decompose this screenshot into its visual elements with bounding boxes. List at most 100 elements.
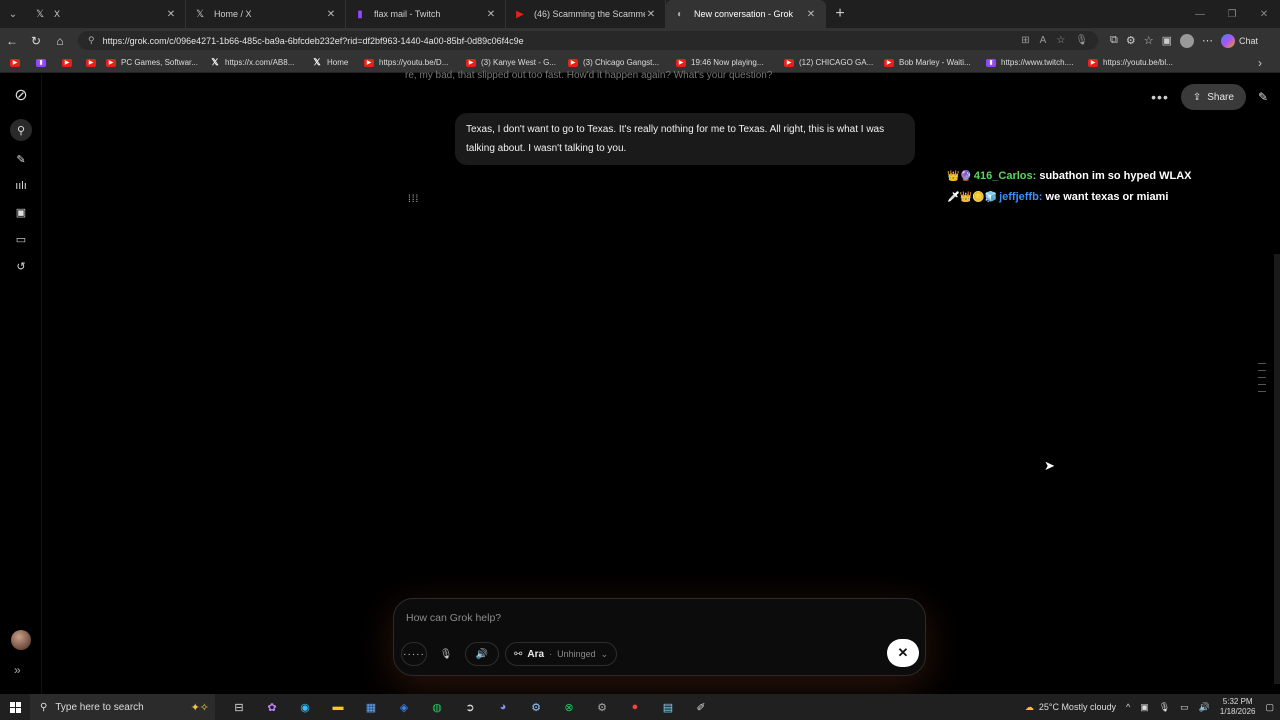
media-app-icon[interactable]: ➲ xyxy=(458,697,482,717)
minimize-icon[interactable]: — xyxy=(1184,0,1216,28)
close-window-icon[interactable]: ✕ xyxy=(1248,0,1280,28)
bookmark-item[interactable]: 𝕏https://x.com/AB8... xyxy=(210,57,312,67)
profile-avatar-icon[interactable] xyxy=(1180,33,1195,48)
bookmark-item[interactable]: 𝕏 Home xyxy=(312,57,364,67)
discord-icon[interactable]: ◕ xyxy=(491,697,515,717)
notepad-icon[interactable]: ▤ xyxy=(656,697,680,717)
more-menu-icon[interactable]: ⋯ xyxy=(1202,34,1213,47)
network-icon[interactable]: ▭ xyxy=(1180,702,1189,713)
projects-folder-icon[interactable]: ▭ xyxy=(12,230,30,248)
microphone-icon[interactable]: 🎙 xyxy=(433,642,459,666)
file-explorer-icon[interactable]: ▬ xyxy=(326,697,350,717)
weather-widget[interactable]: ☁ 25°C Mostly cloudy xyxy=(1025,702,1116,713)
steam-icon[interactable]: ⚙ xyxy=(524,697,548,717)
tab-actions-chevron-icon[interactable]: ⌄ xyxy=(0,0,26,28)
new-chat-icon[interactable]: ✎ xyxy=(12,150,30,168)
mic-icon[interactable]: 🎙 xyxy=(1075,35,1088,46)
tab-close-icon[interactable]: ✕ xyxy=(165,9,177,20)
task-view-icon[interactable]: ⊟ xyxy=(227,697,251,717)
show-hidden-icons-chevron-icon[interactable]: ^ xyxy=(1126,702,1130,712)
bookmark-item[interactable]: ▶ PC Games, Softwar... xyxy=(106,58,210,67)
site-info-icon[interactable]: ⚲ xyxy=(88,35,95,46)
tray-app-icon[interactable]: ▣ xyxy=(1140,702,1149,713)
bookmark-item[interactable]: ▶ (3) Chicago Gangst... xyxy=(568,58,676,67)
maximize-icon[interactable]: ❐ xyxy=(1216,0,1248,28)
settings-app-icon[interactable]: ⚙ xyxy=(590,697,614,717)
tab-close-icon[interactable]: ✕ xyxy=(485,9,497,20)
app-available-icon[interactable]: ⊞ xyxy=(1021,35,1029,46)
favorite-star-icon[interactable]: ☆ xyxy=(1056,35,1065,46)
browser-tab[interactable]: ▮ flax mail - Twitch ✕ xyxy=(346,0,506,28)
browser-tab[interactable]: 𝕏 Home / X ✕ xyxy=(186,0,346,28)
new-chat-edit-icon[interactable]: ✎ xyxy=(1258,90,1268,104)
grok-logo-icon[interactable]: ⊘ xyxy=(12,86,30,104)
scrollbar[interactable] xyxy=(1274,254,1280,684)
split-screen-icon[interactable]: ⚙ xyxy=(1126,34,1136,47)
youtube-icon: ▶ xyxy=(86,58,96,67)
tab-close-icon[interactable]: ✕ xyxy=(645,9,657,20)
store-icon[interactable]: ▦ xyxy=(359,697,383,717)
prompt-input[interactable]: How can Grok help? xyxy=(406,612,501,624)
edge-icon[interactable]: ◉ xyxy=(293,697,317,717)
more-bookmarks-chevron-icon[interactable]: › xyxy=(1258,56,1262,70)
expand-sidebar-icon[interactable]: » xyxy=(14,663,21,677)
youtube-icon: ▶ xyxy=(784,58,794,67)
copilot-app-icon[interactable]: ✿ xyxy=(260,697,284,717)
copilot-chat-button[interactable]: Chat xyxy=(1221,33,1258,48)
browser-tab[interactable]: 𝕏 X ✕ xyxy=(26,0,186,28)
loading-dots-icon: ⁞⁞⁞ xyxy=(408,194,420,205)
tab-close-icon[interactable]: ✕ xyxy=(325,9,337,20)
close-voice-button[interactable]: ✕ xyxy=(887,639,919,667)
bookmark-item[interactable]: ▶ xyxy=(86,58,106,67)
bookmark-label: (3) Chicago Gangst... xyxy=(583,58,660,67)
imagine-icon[interactable]: ▣ xyxy=(12,203,30,221)
voice-waveform-icon[interactable]: ıılı xyxy=(12,177,30,195)
bookmark-item[interactable]: ▮ https://www.twitch.... xyxy=(986,58,1088,67)
address-toolbar: ← ↻ ⌂ ⚲ https://grok.com/c/096e4271-1b66… xyxy=(0,28,1280,53)
conversation-minimap[interactable] xyxy=(1258,363,1266,392)
read-aloud-icon[interactable]: A xyxy=(1040,35,1047,46)
back-arrow-icon[interactable]: ← xyxy=(0,28,24,53)
share-button[interactable]: ⇪ Share xyxy=(1180,84,1246,110)
volume-icon[interactable]: 🔊 xyxy=(1199,702,1210,713)
bookmark-item[interactable]: ▶ xyxy=(62,58,86,67)
audio-level-icon[interactable]: ····· xyxy=(401,642,427,666)
avatar[interactable] xyxy=(11,630,31,650)
taskbar-search[interactable]: ⚲ Type here to search ✦✧ xyxy=(30,694,215,720)
browser-tab[interactable]: ▶ (46) Scamming the Scammers at t ✕ xyxy=(506,0,666,28)
extensions-icon[interactable]: ⧉ xyxy=(1110,34,1118,47)
edge-dev-icon[interactable]: ◈ xyxy=(392,697,416,717)
start-button[interactable] xyxy=(0,701,30,713)
bookmark-item[interactable]: ▶ (12) CHICAGO GA... xyxy=(784,58,884,67)
search-icon[interactable]: ⚲ xyxy=(10,119,32,141)
url-field[interactable]: ⚲ https://grok.com/c/096e4271-1b66-485c-… xyxy=(78,31,1098,50)
speaker-icon[interactable]: 🔊 xyxy=(465,642,499,666)
bookmark-item[interactable]: ▶ https://youtu.be/D... xyxy=(364,58,466,67)
home-icon[interactable]: ⌂ xyxy=(48,28,72,53)
xbox-icon[interactable]: ⊗ xyxy=(557,697,581,717)
new-tab-plus-icon[interactable]: + xyxy=(826,5,854,23)
bookmark-item[interactable]: ▮ xyxy=(36,58,62,67)
more-options-icon[interactable]: ••• xyxy=(1151,89,1169,105)
game-app-icon[interactable]: ● xyxy=(623,697,647,717)
mic-tray-icon[interactable]: 🎙 xyxy=(1159,702,1170,713)
notification-icon[interactable]: ▢ xyxy=(1265,702,1274,713)
browser-tab-active[interactable]: ◐ New conversation - Grok ✕ xyxy=(666,0,826,28)
refresh-icon[interactable]: ↻ xyxy=(24,28,48,53)
bookmark-item[interactable]: ▶ https://youtu.be/bl... xyxy=(1088,58,1208,67)
bookmark-label: Home xyxy=(327,58,349,67)
collections-icon[interactable]: ▣ xyxy=(1162,34,1172,47)
pen-tool-icon[interactable]: ✐ xyxy=(689,697,713,717)
history-icon[interactable]: ↺ xyxy=(12,257,30,275)
voice-selector[interactable]: ⚯ Ara · Unhinged ⌄ xyxy=(505,642,618,666)
bookmark-item[interactable]: ▶ xyxy=(10,58,36,67)
bookmark-item[interactable]: ▶ 19:46 Now playing... xyxy=(676,58,784,67)
chat-line: 👑🔮 416_Carlos: subathon im so hyped WLAX xyxy=(947,166,1267,187)
spotify-icon[interactable]: ◍ xyxy=(425,697,449,717)
favorites-icon[interactable]: ☆ xyxy=(1144,34,1154,47)
clock[interactable]: 5:32 PM 1/18/2026 xyxy=(1220,697,1256,717)
twitch-icon: ▮ xyxy=(986,58,996,67)
bookmark-item[interactable]: ▶ (3) Kanye West - G... xyxy=(466,58,568,67)
tab-close-icon[interactable]: ✕ xyxy=(805,9,817,20)
bookmark-item[interactable]: ▶ Bob Marley - Waiti... xyxy=(884,58,986,67)
